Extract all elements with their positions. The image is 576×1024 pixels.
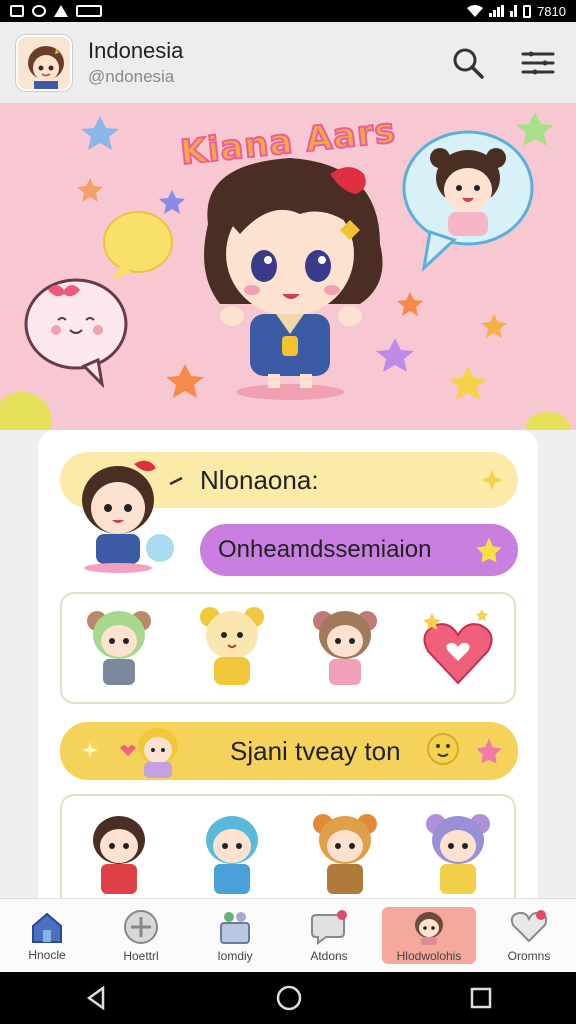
heart-bubble-icon [311, 909, 347, 945]
sticker-blue-girl[interactable] [192, 810, 272, 900]
section-pill-1[interactable]: Nlonaona: [60, 452, 518, 573]
heart-sticker-icon[interactable] [418, 603, 498, 693]
character-sticker [82, 460, 174, 573]
emoji-icon [427, 733, 459, 765]
signal-icon [489, 5, 505, 17]
search-button[interactable] [448, 43, 488, 83]
app-badge-icon [76, 5, 102, 17]
character-icon [415, 911, 443, 945]
sticker-purple-bear[interactable] [418, 810, 498, 900]
pill-2-label: Onheamdssemiaion [218, 536, 432, 563]
nav-tab-home[interactable]: Hnocle [0, 899, 94, 972]
nav-tab-characters[interactable]: Hlodwolohis [382, 907, 476, 964]
hero-banner[interactable]: Kiana Aars [0, 104, 576, 430]
sticker-brown-bear[interactable] [305, 603, 385, 693]
home-circle-icon[interactable] [275, 984, 303, 1012]
filter-menu-icon [521, 51, 555, 74]
basket-icon [220, 911, 250, 944]
sticker-row-1 [60, 592, 516, 704]
battery-icon [523, 4, 532, 18]
sparkle-icon [482, 470, 502, 490]
sticker-icon [124, 909, 158, 944]
sparkle-icon [82, 742, 98, 758]
home-icon [32, 912, 62, 943]
nav-label-characters: Hlodwolohis [396, 948, 462, 963]
signal-2-icon [510, 5, 518, 17]
system-nav-bar [0, 972, 576, 1024]
menu-button[interactable] [518, 43, 558, 83]
status-time: 7810 [537, 3, 566, 19]
section-pill-2[interactable]: Onheamdssemiaion [200, 524, 518, 576]
notification-icon [10, 5, 24, 17]
star-icon [476, 537, 502, 563]
nav-label-stickers: Hoettrl [123, 948, 159, 963]
nav-label-home: Hnocle [28, 947, 66, 962]
arrow-icon [169, 476, 183, 486]
recents-icon[interactable] [469, 986, 493, 1010]
sticker-row-2 [60, 794, 516, 900]
status-bar: 7810 [0, 0, 576, 22]
section-pill-3[interactable]: Sjani tveay ton [60, 722, 518, 780]
sticker-orange-bear[interactable] [305, 810, 385, 900]
sticker-red-girl[interactable] [79, 810, 159, 900]
nav-tab-favorites[interactable]: Oromns [482, 899, 576, 972]
back-icon[interactable] [83, 985, 109, 1011]
nav-label-basket: Iomdiy [217, 948, 253, 963]
profile-name: Indonesia [88, 38, 184, 63]
avatar[interactable] [16, 34, 72, 91]
sticker-yellow-bear[interactable] [192, 603, 272, 693]
nav-tab-basket[interactable]: Iomdiy [188, 899, 282, 972]
bottom-nav: Hnocle Hoettrl Iomdiy Atdons Hlodwolohis [0, 898, 576, 972]
search-icon [453, 48, 484, 79]
nav-tab-stickers[interactable]: Hoettrl [94, 899, 188, 972]
alert-icon [54, 5, 68, 17]
nav-label-actions: Atdons [310, 948, 348, 963]
nav-label-favorites: Oromns [507, 948, 551, 963]
star-icon [476, 738, 502, 764]
pill-1-label: Nlonaona: [200, 464, 319, 495]
wifi-icon [467, 5, 484, 17]
character-sticker-small [120, 728, 178, 778]
app-header: Indonesia @ndonesia [0, 22, 576, 104]
pill-3-label: Sjani tveay ton [230, 735, 401, 766]
nav-tab-actions[interactable]: Atdons [282, 899, 376, 972]
sticker-green-bear[interactable] [79, 603, 159, 693]
content-card: Nlonaona: Onheamdssemiaion Sjani tveay t… [38, 430, 538, 900]
sync-icon [32, 5, 46, 17]
profile-handle: @ndonesia [88, 67, 175, 86]
heart-icon [510, 909, 548, 942]
